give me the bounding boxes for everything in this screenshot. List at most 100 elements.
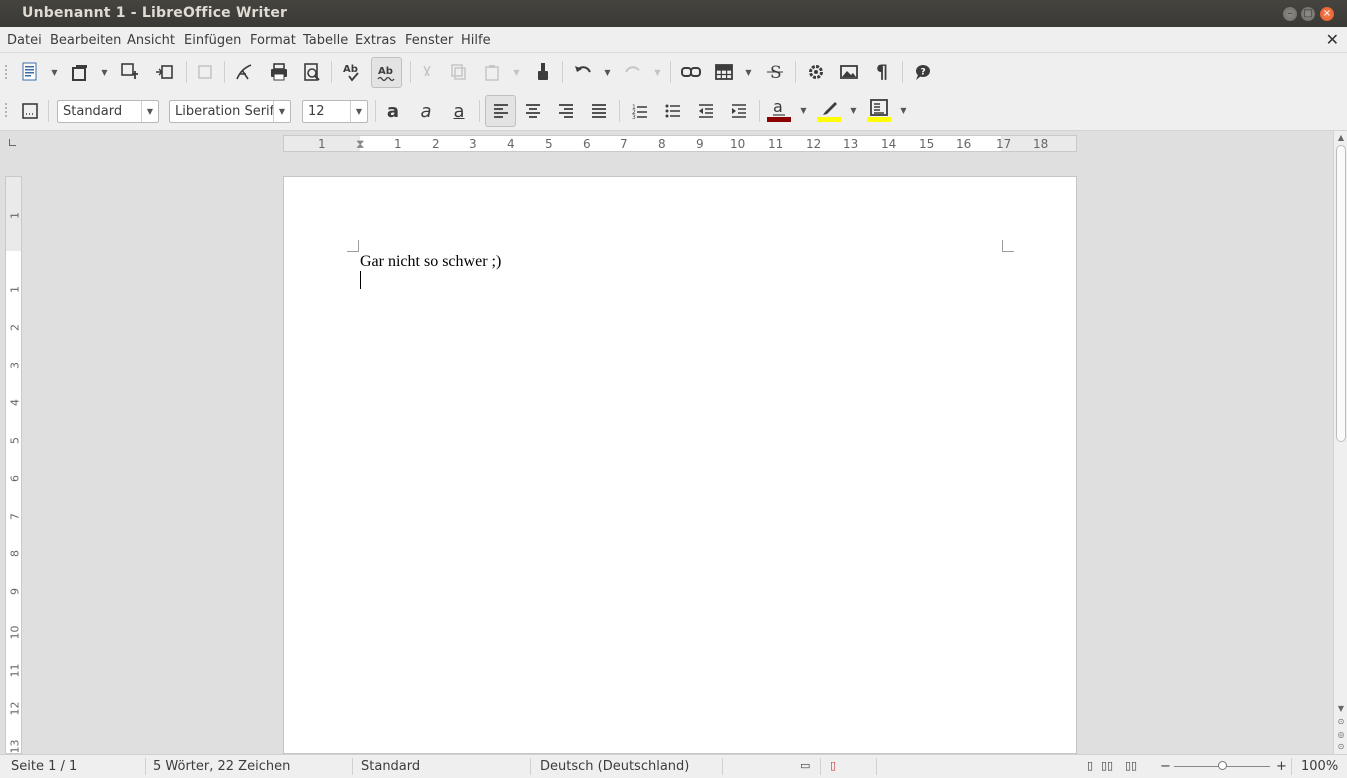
font-name-combo[interactable]: Liberation Serif ▼ bbox=[169, 100, 291, 123]
decrease-indent-icon[interactable] bbox=[694, 99, 718, 123]
toolbar-grip[interactable] bbox=[5, 65, 8, 79]
export-icon[interactable] bbox=[152, 60, 176, 84]
document-modified-icon[interactable]: ▯ bbox=[830, 759, 836, 772]
italic-icon[interactable]: a bbox=[414, 99, 438, 123]
justify-icon[interactable] bbox=[587, 99, 611, 123]
page-style[interactable]: Standard bbox=[361, 759, 420, 774]
settings-gear-icon[interactable] bbox=[804, 60, 828, 84]
align-left-icon[interactable] bbox=[485, 95, 516, 127]
edit-mode-icon[interactable] bbox=[193, 60, 217, 84]
menu-tabelle[interactable]: Tabelle bbox=[303, 33, 348, 48]
selection-mode-icon[interactable]: ▭ bbox=[800, 759, 810, 772]
chevron-down-icon[interactable]: ▼ bbox=[273, 101, 290, 122]
sidebar-toggle-icon[interactable] bbox=[18, 99, 42, 123]
zoom-in-icon[interactable]: + bbox=[1276, 759, 1287, 774]
ruler-number: 15 bbox=[919, 137, 935, 151]
menu-hilfe[interactable]: Hilfe bbox=[461, 33, 491, 48]
chevron-down-icon[interactable]: ▼ bbox=[141, 101, 158, 122]
paste-dropdown-icon[interactable]: ▼ bbox=[512, 60, 521, 84]
highlight-dropdown-icon[interactable]: ▼ bbox=[849, 98, 858, 122]
navigation-icon[interactable]: ◎ bbox=[1336, 730, 1346, 739]
align-center-icon[interactable] bbox=[521, 99, 545, 123]
font-color-icon[interactable]: a bbox=[767, 98, 791, 122]
indent-marker-icon[interactable]: ⧗ bbox=[356, 137, 364, 152]
print-preview-icon[interactable] bbox=[300, 60, 324, 84]
zoom-level[interactable]: 100% bbox=[1301, 759, 1338, 774]
previous-page-icon[interactable]: ⊙ bbox=[1336, 717, 1346, 726]
scroll-up-icon[interactable]: ▲ bbox=[1336, 133, 1346, 142]
spelling-icon[interactable]: Ab bbox=[340, 60, 364, 84]
menu-fenster[interactable]: Fenster bbox=[405, 33, 453, 48]
close-document-button[interactable]: ✕ bbox=[1326, 30, 1339, 49]
align-right-icon[interactable] bbox=[554, 99, 578, 123]
clone-formatting-icon[interactable] bbox=[531, 60, 555, 84]
cut-icon[interactable] bbox=[415, 60, 439, 84]
undo-dropdown-icon[interactable]: ▼ bbox=[603, 60, 612, 84]
language[interactable]: Deutsch (Deutschland) bbox=[540, 759, 689, 774]
separator bbox=[48, 100, 49, 122]
next-page-icon[interactable]: ⊙ bbox=[1336, 742, 1346, 751]
font-size-combo[interactable]: 12 ▼ bbox=[302, 100, 368, 123]
redo-icon[interactable] bbox=[621, 60, 645, 84]
insert-image-icon[interactable] bbox=[837, 60, 861, 84]
horizontal-ruler[interactable]: 1 ⧗ 1 2 3 4 5 6 7 8 9 10 11 12 13 14 15 … bbox=[283, 135, 1077, 152]
save-icon[interactable] bbox=[118, 60, 142, 84]
redo-dropdown-icon[interactable]: ▼ bbox=[653, 60, 662, 84]
print-icon[interactable] bbox=[267, 60, 291, 84]
tab-stop-selector-icon[interactable] bbox=[9, 139, 16, 146]
paragraph-style-combo[interactable]: Standard ▼ bbox=[57, 100, 159, 123]
vertical-ruler[interactable]: 1 1 2 3 4 5 6 7 8 9 10 11 12 13 bbox=[5, 176, 22, 754]
formatting-marks-icon[interactable]: ¶ bbox=[870, 60, 894, 84]
toolbar-grip[interactable] bbox=[5, 103, 8, 117]
help-bubble-icon[interactable]: ? bbox=[910, 60, 934, 84]
numbered-list-icon[interactable]: 123 bbox=[628, 99, 652, 123]
hyperlink-icon[interactable] bbox=[679, 60, 703, 84]
zoom-slider-handle[interactable] bbox=[1218, 761, 1227, 770]
minimize-button[interactable]: – bbox=[1283, 7, 1297, 21]
export-pdf-icon[interactable] bbox=[232, 60, 256, 84]
background-color-dropdown-icon[interactable]: ▼ bbox=[899, 98, 908, 122]
templates-dropdown-icon[interactable]: ▼ bbox=[100, 60, 109, 84]
svg-text:Ab: Ab bbox=[343, 64, 358, 75]
new-dropdown-icon[interactable]: ▼ bbox=[50, 60, 59, 84]
page-count[interactable]: Seite 1 / 1 bbox=[11, 759, 77, 774]
undo-icon[interactable] bbox=[571, 60, 595, 84]
insert-table-icon[interactable] bbox=[712, 60, 736, 84]
menu-format[interactable]: Format bbox=[250, 33, 296, 48]
text-cursor bbox=[360, 271, 361, 289]
paste-icon[interactable] bbox=[480, 60, 504, 84]
underline-icon[interactable]: a bbox=[447, 99, 471, 123]
maximize-button[interactable]: □ bbox=[1301, 7, 1315, 21]
special-character-icon[interactable]: S bbox=[763, 60, 787, 84]
templates-icon[interactable] bbox=[68, 60, 92, 84]
highlight-color-icon[interactable] bbox=[817, 98, 841, 122]
word-count[interactable]: 5 Wörter, 22 Zeichen bbox=[153, 759, 290, 774]
bullet-list-icon[interactable] bbox=[661, 99, 685, 123]
vertical-scrollbar[interactable]: ▲ ▼ ⊙ ◎ ⊙ bbox=[1333, 131, 1347, 754]
auto-spellcheck-icon[interactable]: Ab bbox=[371, 57, 402, 88]
menu-extras[interactable]: Extras bbox=[355, 33, 396, 48]
close-window-button[interactable]: × bbox=[1320, 7, 1334, 21]
menu-einfuegen[interactable]: Einfügen bbox=[184, 33, 241, 48]
document-text[interactable]: Gar nicht so schwer ;) bbox=[360, 253, 501, 271]
document-page[interactable]: Gar nicht so schwer ;) bbox=[283, 176, 1077, 754]
zoom-out-icon[interactable]: − bbox=[1160, 759, 1171, 774]
book-view-icon[interactable]: ▯▯ bbox=[1125, 759, 1137, 772]
single-page-view-icon[interactable]: ▯ bbox=[1087, 759, 1093, 772]
bold-icon[interactable]: a bbox=[381, 99, 405, 123]
new-document-icon[interactable] bbox=[18, 60, 42, 84]
multi-page-view-icon[interactable]: ▯▯ bbox=[1101, 759, 1113, 772]
menu-ansicht[interactable]: Ansicht bbox=[127, 33, 175, 48]
increase-indent-icon[interactable] bbox=[727, 99, 751, 123]
font-color-dropdown-icon[interactable]: ▼ bbox=[799, 98, 808, 122]
menu-datei[interactable]: Datei bbox=[7, 33, 42, 48]
chevron-down-icon[interactable]: ▼ bbox=[350, 101, 367, 122]
scroll-down-icon[interactable]: ▼ bbox=[1336, 704, 1346, 713]
title-bar: Unbenannt 1 - LibreOffice Writer – □ × bbox=[0, 0, 1347, 27]
copy-icon[interactable] bbox=[447, 60, 471, 84]
menu-bearbeiten[interactable]: Bearbeiten bbox=[50, 33, 121, 48]
scrollbar-thumb[interactable] bbox=[1336, 145, 1346, 442]
table-dropdown-icon[interactable]: ▼ bbox=[744, 60, 753, 84]
separator bbox=[902, 61, 903, 83]
background-color-icon[interactable] bbox=[867, 98, 891, 122]
